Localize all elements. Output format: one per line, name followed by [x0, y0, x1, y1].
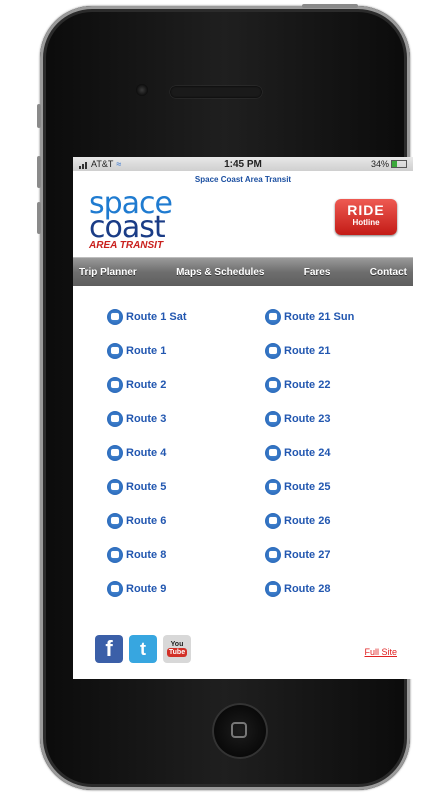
youtube-text-top: You [170, 641, 184, 648]
route-link[interactable]: Route 21 [265, 334, 413, 368]
route-column-left: Route 1 Sat Route 1 Route 2 Route 3 Rout… [73, 300, 255, 606]
site-header: space coast AREA TRANSIT RIDE Hotline [73, 187, 413, 251]
ride-hotline-subtitle: Hotline [352, 218, 380, 227]
bus-icon [107, 445, 123, 461]
battery-icon [391, 160, 407, 168]
site-footer: f t You Tube Full Site [73, 633, 413, 669]
route-link[interactable]: Route 8 [107, 538, 255, 572]
route-link[interactable]: Route 5 [107, 470, 255, 504]
route-label: Route 4 [126, 447, 167, 459]
logo-line-2: coast [89, 210, 166, 245]
route-label: Route 3 [126, 413, 167, 425]
route-link[interactable]: Route 6 [107, 504, 255, 538]
route-label: Route 6 [126, 515, 167, 527]
bus-icon [107, 513, 123, 529]
bus-icon [265, 377, 281, 393]
nav-trip-planner[interactable]: Trip Planner [79, 267, 137, 278]
status-bar: AT&T ≈ 1:45 PM 34% [73, 157, 413, 171]
route-link[interactable]: Route 24 [265, 436, 413, 470]
route-label: Route 9 [126, 583, 167, 595]
bus-icon [265, 513, 281, 529]
volume-up-button [37, 156, 41, 188]
phone-screen: AT&T ≈ 1:45 PM 34% Space Coast Area Tran… [73, 157, 413, 679]
route-column-right: Route 21 Sun Route 21 Route 22 Route 23 … [255, 300, 413, 606]
route-list: Route 1 Sat Route 1 Route 2 Route 3 Rout… [73, 286, 413, 606]
bus-icon [265, 547, 281, 563]
main-nav: Trip Planner Maps & Schedules Fares Cont… [73, 257, 413, 286]
route-link[interactable]: Route 26 [265, 504, 413, 538]
facebook-icon[interactable]: f [95, 635, 123, 663]
site-title: Space Coast Area Transit [194, 175, 292, 184]
route-link[interactable]: Route 1 [107, 334, 255, 368]
bus-icon [107, 343, 123, 359]
route-link[interactable]: Route 21 Sun [265, 300, 413, 334]
bus-icon [265, 411, 281, 427]
bus-icon [265, 445, 281, 461]
volume-down-button [37, 202, 41, 234]
bus-icon [107, 377, 123, 393]
route-label: Route 26 [284, 515, 331, 527]
home-button[interactable] [212, 703, 268, 759]
nav-maps-schedules[interactable]: Maps & Schedules [176, 267, 264, 278]
route-label: Route 27 [284, 549, 331, 561]
route-label: Route 21 [284, 345, 331, 357]
bus-icon [107, 547, 123, 563]
space-coast-logo[interactable]: space coast AREA TRANSIT [89, 189, 173, 251]
ride-hotline-button[interactable]: RIDE Hotline [335, 199, 397, 235]
route-label: Route 24 [284, 447, 331, 459]
route-label: Route 28 [284, 583, 331, 595]
route-label: Route 1 [126, 345, 167, 357]
facebook-glyph: f [105, 636, 113, 661]
power-button [302, 4, 358, 8]
route-label: Route 23 [284, 413, 331, 425]
bus-icon [107, 479, 123, 495]
bus-icon [107, 581, 123, 597]
bus-icon [107, 411, 123, 427]
social-links: f t You Tube [95, 635, 191, 663]
twitter-glyph: t [140, 638, 146, 659]
bus-icon [265, 343, 281, 359]
logo-line-3: AREA TRANSIT [89, 240, 164, 251]
bus-icon [265, 309, 281, 325]
twitter-icon[interactable]: t [129, 635, 157, 663]
full-site-link[interactable]: Full Site [364, 647, 397, 657]
route-label: Route 2 [126, 379, 167, 391]
route-link[interactable]: Route 1 Sat [107, 300, 255, 334]
route-link[interactable]: Route 9 [107, 572, 255, 606]
nav-contact[interactable]: Contact [370, 267, 407, 278]
mute-switch [37, 104, 41, 128]
route-label: Route 5 [126, 481, 167, 493]
route-link[interactable]: Route 27 [265, 538, 413, 572]
youtube-text-bottom: Tube [166, 648, 188, 657]
route-label: Route 8 [126, 549, 167, 561]
nav-fares[interactable]: Fares [304, 267, 331, 278]
route-label: Route 1 Sat [126, 311, 187, 323]
route-label: Route 22 [284, 379, 331, 391]
earpiece-speaker [170, 86, 262, 98]
bus-icon [265, 581, 281, 597]
route-link[interactable]: Route 23 [265, 402, 413, 436]
status-time: 1:45 PM [224, 158, 262, 170]
bus-icon [107, 309, 123, 325]
route-link[interactable]: Route 2 [107, 368, 255, 402]
route-link[interactable]: Route 3 [107, 402, 255, 436]
bus-icon [265, 479, 281, 495]
route-link[interactable]: Route 4 [107, 436, 255, 470]
youtube-icon[interactable]: You Tube [163, 635, 191, 663]
route-label: Route 25 [284, 481, 331, 493]
route-link[interactable]: Route 22 [265, 368, 413, 402]
ride-hotline-title: RIDE [347, 202, 385, 218]
route-link[interactable]: Route 25 [265, 470, 413, 504]
route-link[interactable]: Route 28 [265, 572, 413, 606]
home-square-icon [231, 722, 247, 738]
route-label: Route 21 Sun [284, 311, 355, 323]
front-camera [136, 84, 148, 96]
